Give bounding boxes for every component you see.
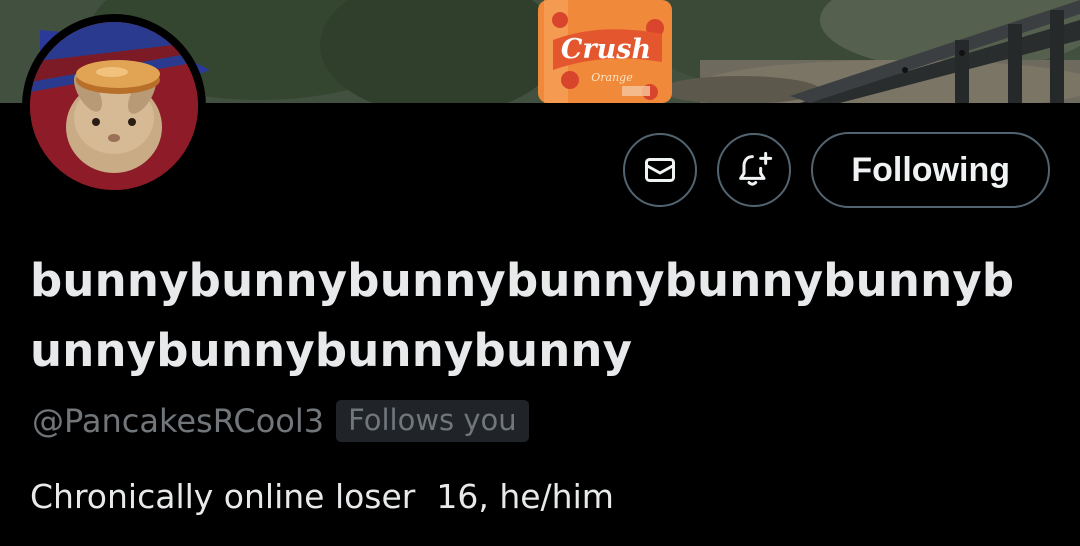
user-handle: @PancakesRCool3 bbox=[32, 402, 325, 440]
message-button[interactable] bbox=[623, 133, 698, 207]
avatar[interactable] bbox=[22, 14, 206, 198]
profile-bio: Chronically online loser 16, he/him bbox=[30, 477, 614, 516]
crush-brand-text: Crush bbox=[561, 34, 651, 65]
handle-row: @PancakesRCool3 Follows you bbox=[32, 400, 529, 442]
display-name: bunnybunnybunnybunnybunnybunnybunnybunny… bbox=[30, 254, 1015, 377]
following-button[interactable]: Following bbox=[811, 132, 1050, 208]
notifications-button[interactable] bbox=[717, 133, 792, 207]
crush-flavor-text: Orange bbox=[591, 71, 633, 84]
envelope-icon bbox=[645, 158, 676, 182]
bunny-with-pancake-illustration bbox=[30, 22, 198, 190]
bell-plus-icon bbox=[739, 151, 773, 186]
avatar-image bbox=[30, 22, 198, 190]
profile-actions: Following bbox=[623, 132, 1050, 208]
profile-page: Crush Orange Following bunnybunnybunnybu… bbox=[0, 0, 1080, 546]
follows-you-badge: Follows you bbox=[336, 400, 529, 442]
